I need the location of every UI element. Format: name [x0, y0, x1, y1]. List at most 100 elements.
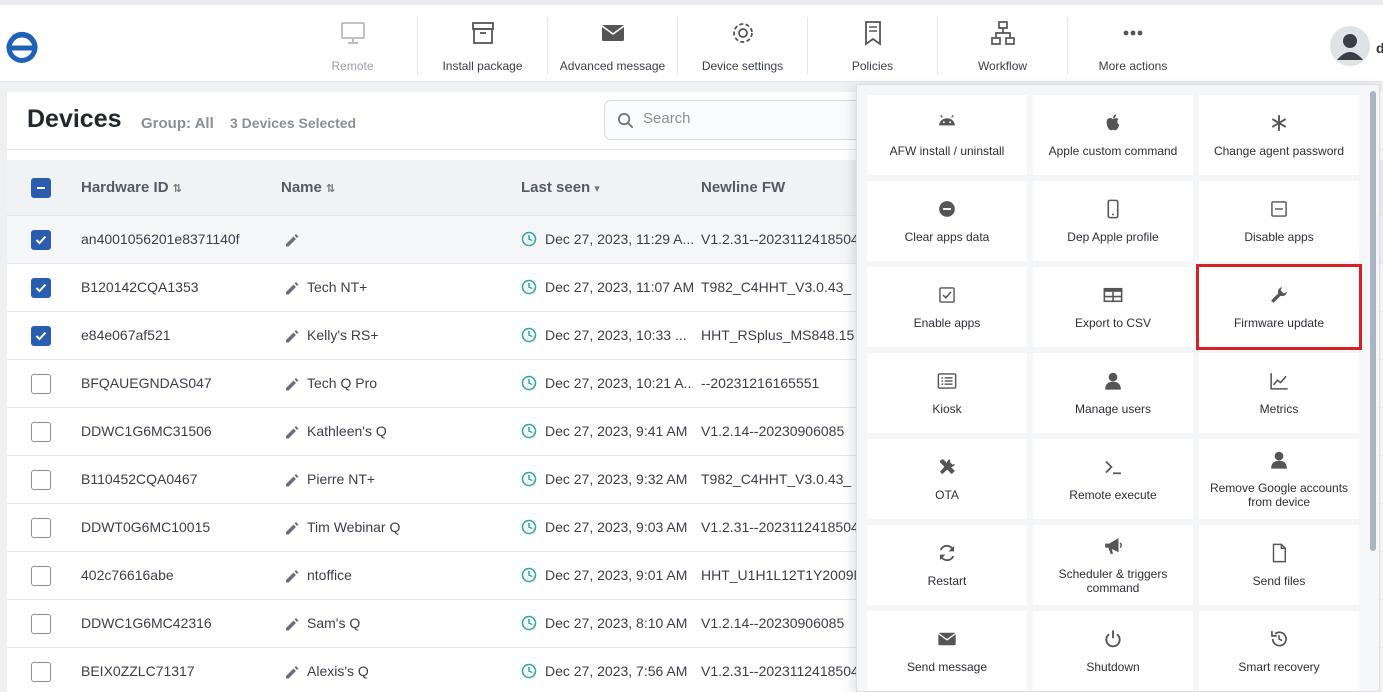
user-avatar[interactable]	[1330, 26, 1370, 66]
menu-item-shutdown[interactable]: Shutdown	[1033, 611, 1193, 691]
last-seen-cell: Dec 27, 2023, 10:33 ...	[545, 327, 687, 343]
brand-logo[interactable]	[4, 29, 38, 67]
row-checkbox[interactable]	[31, 614, 51, 634]
tools-icon	[939, 459, 955, 475]
top-bar: Remote Install package Advanced message Dev…	[0, 0, 1383, 82]
menu-item-smart-recovery[interactable]: Smart recovery	[1199, 611, 1359, 691]
row-checkbox[interactable]	[31, 422, 51, 442]
menu-item-afw-install-uninstall[interactable]: AFW install / uninstall	[867, 95, 1027, 175]
menu-item-label: Change agent password	[1213, 144, 1345, 158]
device-name-cell: Pierre NT+	[307, 471, 376, 487]
column-name[interactable]: Name ⇅	[281, 179, 335, 196]
more-actions-button[interactable]: More actions	[1068, 17, 1198, 75]
selection-count: 3 Devices Selected	[230, 115, 357, 131]
row-checkbox[interactable]	[31, 326, 51, 346]
newline-fw-cell: HHT_U1H1L12T1Y2009N	[701, 567, 857, 583]
advanced-message-button[interactable]: Advanced message	[548, 17, 678, 75]
file-icon	[1272, 543, 1286, 563]
menu-item-send-message[interactable]: Send message	[867, 611, 1027, 691]
device-name-cell: ntoffice	[307, 567, 352, 583]
menu-item-label: Kiosk	[932, 402, 962, 416]
archive-icon	[471, 22, 494, 44]
edit-name-icon[interactable]	[283, 567, 299, 583]
install-package-button[interactable]: Install package	[418, 17, 548, 75]
mobile-icon	[1107, 199, 1119, 219]
menu-item-dep-apple-profile[interactable]: Dep Apple profile	[1033, 181, 1193, 261]
sitemap-icon	[990, 21, 1015, 45]
menu-item-metrics[interactable]: Metrics	[1199, 353, 1359, 433]
column-hardware-id[interactable]: Hardware ID ⇅	[81, 179, 182, 196]
sort-icon: ⇅	[172, 183, 182, 195]
edit-name-icon[interactable]	[283, 375, 299, 391]
menu-item-ota[interactable]: OTA	[867, 439, 1027, 519]
column-last-seen[interactable]: Last seen ▾	[521, 179, 600, 196]
edit-name-icon[interactable]	[283, 663, 299, 679]
menu-item-remove-google-accounts-from-device[interactable]: Remove Google accounts from device	[1199, 439, 1359, 519]
menu-item-clear-apps-data[interactable]: Clear apps data	[867, 181, 1027, 261]
menu-item-enable-apps[interactable]: Enable apps	[867, 267, 1027, 347]
last-seen-cell: Dec 27, 2023, 7:56 AM	[545, 663, 688, 679]
clock-icon	[521, 375, 537, 391]
edit-name-icon[interactable]	[283, 615, 299, 631]
menu-item-send-files[interactable]: Send files	[1199, 525, 1359, 605]
menu-item-disable-apps[interactable]: Disable apps	[1199, 181, 1359, 261]
group-filter[interactable]: Group: All	[141, 115, 214, 132]
device-name-cell: Alexis's Q	[307, 663, 369, 679]
newline-fw-cell: --20231216165551	[701, 375, 820, 391]
user-name-initial[interactable]: d	[1376, 40, 1383, 56]
toolbar-button-label: Policies	[851, 59, 894, 73]
device-settings-button[interactable]: Device settings	[678, 17, 808, 75]
more-actions-menu: AFW install / uninstall Apple custom comm…	[856, 84, 1380, 692]
menu-item-change-agent-password[interactable]: Change agent password	[1199, 95, 1359, 175]
line-chart-icon	[1270, 373, 1288, 390]
remote-button[interactable]: Remote	[288, 17, 418, 75]
hardware-id-cell: DDWC1G6MC31506	[81, 423, 212, 439]
menu-item-kiosk[interactable]: Kiosk	[867, 353, 1027, 433]
select-all-checkbox[interactable]	[31, 178, 51, 198]
menu-item-manage-users[interactable]: Manage users	[1033, 353, 1193, 433]
row-checkbox[interactable]	[31, 662, 51, 682]
row-checkbox[interactable]	[31, 278, 51, 298]
row-checkbox[interactable]	[31, 518, 51, 538]
refresh-icon	[939, 544, 955, 562]
hardware-id-cell: DDWC1G6MC42316	[81, 615, 212, 631]
menu-scrollbar[interactable]	[1370, 91, 1376, 551]
newline-fw-cell: T982_C4HHT_V3.0.43_	[701, 279, 852, 295]
edit-name-icon[interactable]	[283, 423, 299, 439]
row-checkbox[interactable]	[31, 230, 51, 250]
row-checkbox[interactable]	[31, 470, 51, 490]
last-seen-cell: Dec 27, 2023, 8:10 AM	[545, 615, 688, 631]
edit-name-icon[interactable]	[283, 327, 299, 343]
clock-icon	[521, 279, 537, 295]
search-icon	[618, 113, 633, 128]
sort-icon: ⇅	[325, 183, 336, 195]
edit-name-icon[interactable]	[283, 471, 299, 487]
edit-name-icon[interactable]	[283, 231, 299, 247]
column-last-seen-label: Last seen	[521, 179, 591, 196]
menu-item-export-to-csv[interactable]: Export to CSV	[1033, 267, 1193, 347]
last-seen-cell: Dec 27, 2023, 9:41 AM	[545, 423, 688, 439]
column-newline-fw[interactable]: Newline FW	[701, 179, 785, 196]
clock-icon	[521, 327, 537, 343]
check-square-icon	[939, 287, 955, 303]
policies-button[interactable]: Policies	[808, 17, 938, 75]
device-name-cell: Kelly's RS+	[307, 327, 379, 343]
menu-item-firmware-update[interactable]: Firmware update	[1196, 264, 1362, 350]
menu-item-scheduler-triggers-command[interactable]: Scheduler & triggers command	[1033, 525, 1193, 605]
edit-name-icon[interactable]	[283, 279, 299, 295]
workflow-button[interactable]: Workflow	[938, 17, 1068, 75]
minus-circle-icon	[939, 201, 955, 217]
search-input[interactable]	[643, 110, 883, 127]
last-seen-cell: Dec 27, 2023, 11:07 AM	[545, 279, 693, 295]
toolbar-button-label: Install package	[442, 59, 523, 73]
row-checkbox[interactable]	[31, 374, 51, 394]
toolbar-button-label: Remote	[331, 59, 374, 73]
menu-item-remote-execute[interactable]: Remote execute	[1033, 439, 1193, 519]
clock-icon	[521, 423, 537, 439]
edit-name-icon[interactable]	[283, 519, 299, 535]
menu-item-apple-custom-command[interactable]: Apple custom command	[1033, 95, 1193, 175]
row-checkbox[interactable]	[31, 566, 51, 586]
gear-icon	[732, 23, 753, 43]
newline-fw-cell: V1.2.31--20231124185041	[701, 231, 857, 247]
menu-item-restart[interactable]: Restart	[867, 525, 1027, 605]
